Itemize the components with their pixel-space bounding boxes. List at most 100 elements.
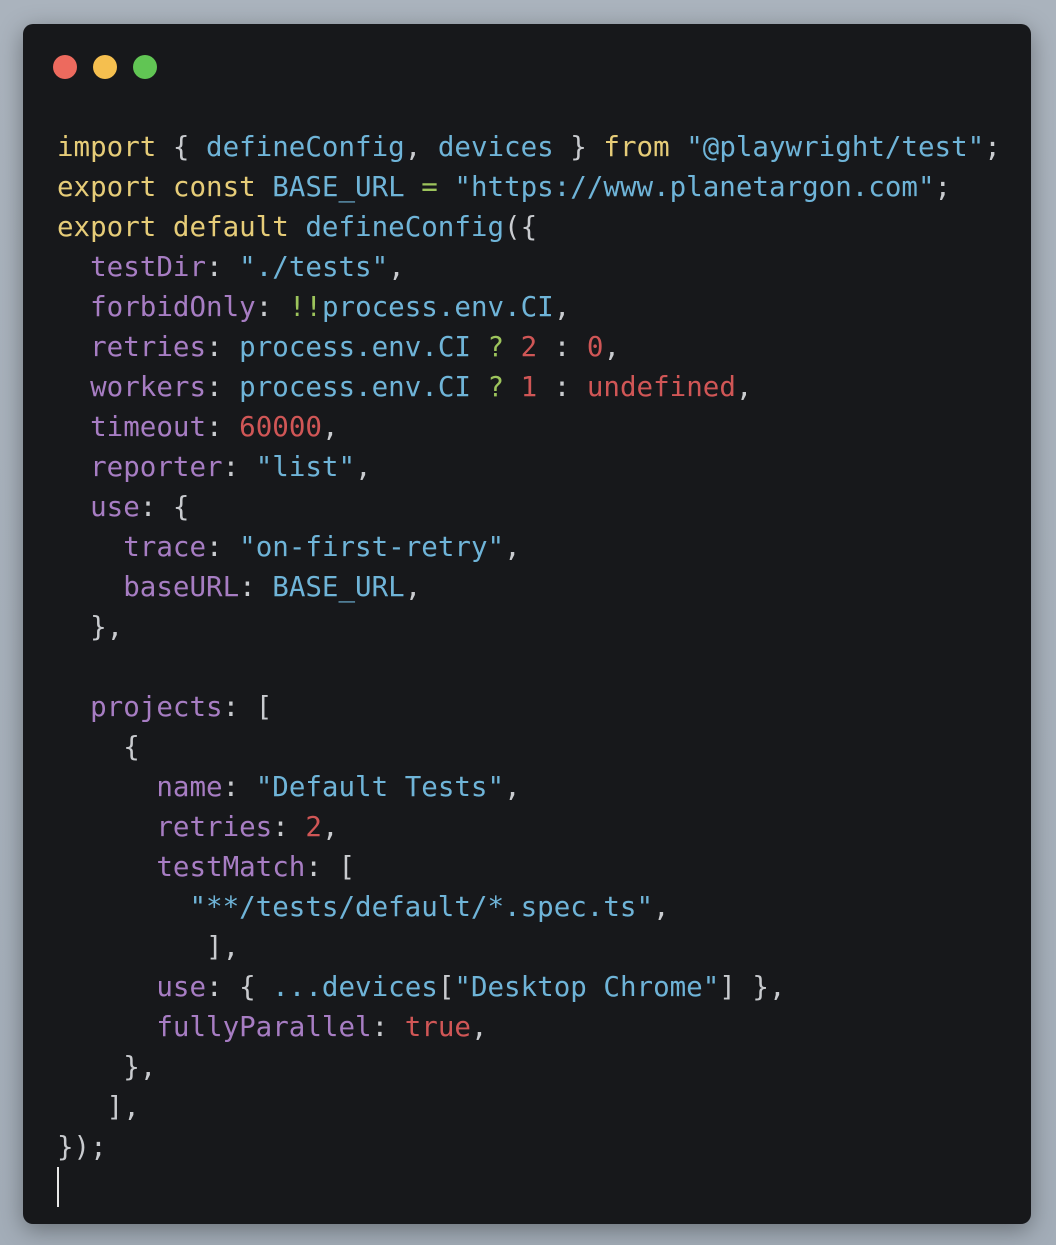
token-literal: 60000 <box>239 411 322 443</box>
token-punctuation: ], <box>57 1091 140 1123</box>
token-property: retries <box>90 331 207 363</box>
token-punctuation: , <box>553 291 571 323</box>
token-identifier: "Desktop Chrome" <box>454 971 720 1003</box>
code-line: }, <box>57 1047 1001 1087</box>
token-literal: true <box>404 1011 471 1043</box>
token-punctuation <box>405 171 422 203</box>
token-operator: !! <box>288 291 322 323</box>
token-punctuation: : <box>206 371 240 403</box>
code-line: trace: "on-first-retry", <box>57 527 1001 567</box>
token-punctuation: { <box>156 131 207 163</box>
token-punctuation <box>57 851 156 883</box>
code-line: fullyParallel: true, <box>57 1007 1001 1047</box>
token-keyword: export default <box>57 211 289 243</box>
token-punctuation: : <box>222 771 256 803</box>
code-line: }); <box>57 1127 1001 1167</box>
code-line: workers: process.env.CI ? 1 : undefined, <box>57 367 1001 407</box>
token-identifier: process.env.CI <box>239 331 471 363</box>
code-line: baseURL: BASE_URL, <box>57 567 1001 607</box>
token-identifier: "on-first-retry" <box>239 531 505 563</box>
token-punctuation: [ <box>437 971 455 1003</box>
token-property: fullyParallel <box>156 1011 372 1043</box>
maximize-dot-icon[interactable] <box>133 55 157 79</box>
code-line: reporter: "list", <box>57 447 1001 487</box>
token-punctuation: : { <box>206 971 273 1003</box>
token-identifier: "@playwright/test" <box>686 131 985 163</box>
token-punctuation: : [ <box>222 691 273 723</box>
code-line: retries: 2, <box>57 807 1001 847</box>
token-punctuation: : <box>206 331 240 363</box>
token-punctuation: : <box>255 291 289 323</box>
token-punctuation: : <box>206 531 240 563</box>
code-line: export default defineConfig({ <box>57 207 1001 247</box>
token-punctuation <box>57 411 90 443</box>
token-punctuation: , <box>504 531 521 563</box>
token-punctuation <box>471 371 488 403</box>
token-punctuation <box>57 971 156 1003</box>
token-punctuation <box>504 371 521 403</box>
token-punctuation: ; <box>984 131 1001 163</box>
token-punctuation: , <box>404 571 422 603</box>
code-editor[interactable]: import { defineConfig, devices } from "@… <box>57 127 1001 1207</box>
token-punctuation: , <box>735 371 753 403</box>
token-punctuation <box>57 571 123 603</box>
token-identifier: devices <box>437 131 554 163</box>
code-line: forbidOnly: !!process.env.CI, <box>57 287 1001 327</box>
token-punctuation: { <box>57 731 140 763</box>
token-property: forbidOnly <box>90 291 256 323</box>
token-punctuation: }, <box>57 1051 157 1083</box>
token-keyword: from <box>603 131 670 163</box>
token-identifier: "./tests" <box>239 251 389 283</box>
token-literal: 0 <box>586 331 604 363</box>
cursor-line <box>57 1167 1001 1207</box>
token-punctuation: ; <box>934 171 952 203</box>
token-identifier: "**/tests/default/*.spec.ts" <box>189 891 654 923</box>
token-punctuation: , <box>355 451 372 483</box>
token-punctuation <box>471 331 488 363</box>
token-punctuation: ] }, <box>719 971 786 1003</box>
code-line: testMatch: [ <box>57 847 1001 887</box>
token-punctuation <box>57 331 90 363</box>
token-identifier: "https://www.planetargon.com" <box>454 171 935 203</box>
token-identifier: defineConfig <box>305 211 505 243</box>
token-property: use <box>90 491 140 523</box>
token-punctuation: : <box>239 571 273 603</box>
code-line: projects: [ <box>57 687 1001 727</box>
close-dot-icon[interactable] <box>53 55 77 79</box>
code-line: export const BASE_URL = "https://www.pla… <box>57 167 1001 207</box>
token-punctuation: : <box>537 331 587 363</box>
token-identifier: ...devices <box>272 971 438 1003</box>
token-punctuation: : <box>537 371 587 403</box>
token-property: retries <box>156 811 273 843</box>
code-line: timeout: 60000, <box>57 407 1001 447</box>
token-punctuation: }, <box>57 611 124 643</box>
token-operator: = <box>421 171 438 203</box>
token-property: use <box>156 971 207 1003</box>
token-identifier: BASE_URL <box>272 571 405 603</box>
text-cursor <box>57 1167 59 1207</box>
code-line: ], <box>57 1087 1001 1127</box>
code-line: ], <box>57 927 1001 967</box>
code-line: "**/tests/default/*.spec.ts", <box>57 887 1001 927</box>
token-punctuation: : <box>206 251 240 283</box>
code-line: retries: process.env.CI ? 2 : 0, <box>57 327 1001 367</box>
token-punctuation <box>57 771 156 803</box>
token-punctuation <box>57 451 90 483</box>
token-punctuation <box>57 251 90 283</box>
token-keyword: import <box>57 131 157 163</box>
token-property: name <box>156 771 223 803</box>
token-identifier: "list" <box>255 451 356 483</box>
token-property: timeout <box>90 411 207 443</box>
code-line: name: "Default Tests", <box>57 767 1001 807</box>
token-literal: undefined <box>586 371 736 403</box>
token-punctuation <box>256 171 273 203</box>
code-line: }, <box>57 607 1001 647</box>
token-property: testMatch <box>156 851 306 883</box>
token-punctuation: : [ <box>305 851 356 883</box>
token-literal: 2 <box>305 811 322 843</box>
token-property: testDir <box>90 251 207 283</box>
token-identifier: process.env.CI <box>321 291 554 323</box>
minimize-dot-icon[interactable] <box>93 55 117 79</box>
token-punctuation <box>289 211 306 243</box>
